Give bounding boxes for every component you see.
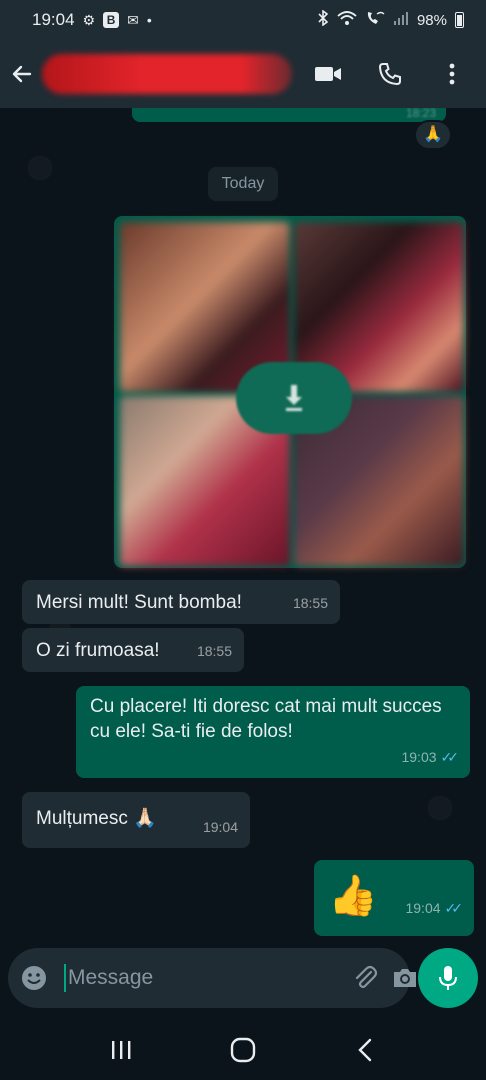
recent-apps-icon[interactable] [101,1030,141,1070]
read-receipt-icon: ✓✓ [444,900,464,916]
bluetooth-icon [317,9,329,30]
message-time: 19:04 ✓✓ [405,886,464,930]
message-time: 19:03 ✓✓ [401,745,460,770]
back-icon[interactable] [345,1030,385,1070]
message-text: Cu placere! Iti doresc cat mai mult succ… [90,696,442,742]
system-nav-bar [0,1020,486,1080]
status-time: 19:04 [32,10,75,29]
message-bubble-outgoing[interactable]: 👍 19:04 ✓✓ [314,860,474,936]
attach-icon[interactable] [351,962,379,994]
signal-icon [393,10,409,30]
download-icon [286,385,302,411]
message-bubble-outgoing[interactable]: Cu placere! Iti doresc cat mai mult succ… [76,686,470,778]
video-call-icon[interactable] [314,60,342,88]
message-text: Mersi mult! Sunt bomba! [36,592,242,613]
phone-call-icon[interactable] [376,60,404,88]
battery-percent: 98% [416,11,447,29]
battery-icon [455,12,464,28]
message-bubble-incoming[interactable]: O zi frumoasa! 18:55 [22,628,244,672]
message-text: Mulțumesc 🙏🏻 [36,808,157,829]
status-bar: 19:04 ⚙ B ✉ • 98% [0,0,486,40]
message-bubble-incoming[interactable]: Mersi mult! Sunt bomba! 18:55 [22,580,340,624]
message-time: 18:55 [292,595,328,611]
message-time: 18:23 [405,108,436,120]
home-icon[interactable] [223,1030,263,1070]
back-arrow-icon[interactable] [8,60,36,88]
read-receipt-icon: ✓✓ [440,749,460,765]
status-right: 98% [317,9,464,30]
b-app-icon: B [103,12,120,28]
header-actions [314,60,472,88]
message-bubble-incoming[interactable]: Mulțumesc 🙏🏻 19:04 [22,792,250,848]
media-album-bubble[interactable] [114,216,466,568]
media-grid [120,222,464,566]
download-button[interactable] [236,362,352,434]
mic-icon [439,966,457,990]
contact-name-redacted[interactable] [42,54,292,94]
wifi-icon [337,10,357,30]
message-time: 18:55 [196,643,232,659]
more-vert-icon[interactable] [438,60,466,88]
chat-header [0,40,486,108]
dot-icon: • [146,12,152,28]
data-saver-icon: ⚙ [82,11,96,28]
mic-button[interactable] [418,948,478,1008]
date-chip: Today [208,167,278,201]
status-left: 19:04 ⚙ B ✉ • [32,10,152,30]
message-reaction[interactable]: 🙏 [414,120,452,150]
mail-icon: ✉ [127,11,139,28]
camera-icon[interactable] [391,962,419,994]
message-composer [8,948,416,1008]
message-text: O zi frumoasa! [36,640,160,661]
emoji-icon[interactable] [20,963,48,993]
previous-message-bubble[interactable]: 18:23 [132,108,446,122]
wifi-call-icon [365,10,385,30]
message-input[interactable] [64,964,339,992]
message-time: 19:04 [202,819,238,835]
message-emoji: 👍 [328,874,378,918]
chat-area[interactable]: 18:23 🙏 Today Mersi mult! Sunt bomba! 18… [0,108,486,1020]
